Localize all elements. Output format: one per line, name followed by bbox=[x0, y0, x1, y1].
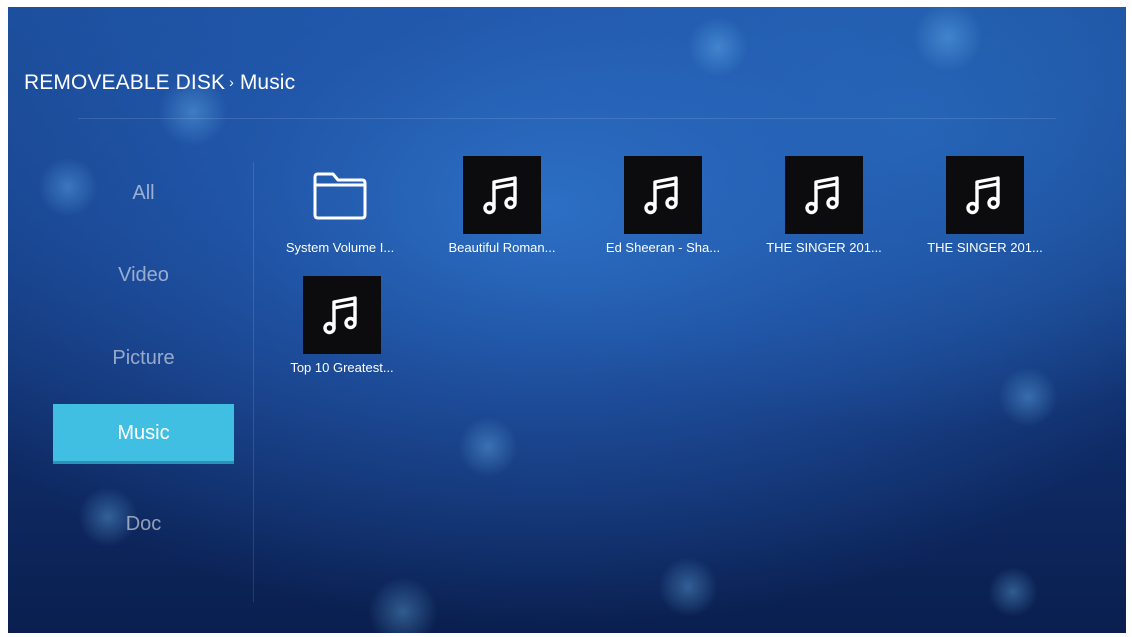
music-note-icon bbox=[463, 156, 541, 234]
file-item-audio[interactable]: Ed Sheeran - Sha... bbox=[593, 156, 733, 266]
file-item-folder[interactable]: System Volume I... bbox=[270, 156, 410, 266]
file-name: System Volume I... bbox=[285, 240, 395, 255]
sidebar-item-video[interactable]: Video bbox=[53, 246, 234, 304]
folder-icon bbox=[301, 156, 379, 234]
file-name: Top 10 Greatest... bbox=[290, 360, 394, 375]
breadcrumb-current: Music bbox=[239, 71, 296, 94]
header-divider bbox=[78, 118, 1056, 119]
file-item-audio[interactable]: THE SINGER 201... bbox=[915, 156, 1055, 266]
music-note-icon bbox=[946, 156, 1024, 234]
file-item-audio[interactable]: THE SINGER 201... bbox=[754, 156, 894, 266]
sidebar-item-all[interactable]: All bbox=[53, 164, 234, 222]
breadcrumb-root[interactable]: REMOVEABLE DISK bbox=[24, 71, 225, 94]
music-note-icon bbox=[303, 276, 381, 354]
sidebar-item-doc[interactable]: Doc bbox=[53, 495, 234, 553]
file-name: THE SINGER 201... bbox=[927, 240, 1043, 255]
file-item-audio[interactable]: Top 10 Greatest... bbox=[272, 276, 412, 386]
sidebar-item-picture[interactable]: Picture bbox=[53, 329, 234, 387]
sidebar-item-music[interactable]: Music bbox=[53, 404, 234, 464]
screen: REMOVEABLE DISK › Music All Video Picture … bbox=[8, 7, 1126, 633]
breadcrumb-separator: › bbox=[229, 74, 234, 90]
file-name: THE SINGER 201... bbox=[766, 240, 882, 255]
file-name: Beautiful Roman... bbox=[448, 240, 556, 255]
sidebar-divider bbox=[253, 162, 254, 602]
music-note-icon bbox=[624, 156, 702, 234]
file-name: Ed Sheeran - Sha... bbox=[605, 240, 721, 255]
music-note-icon bbox=[785, 156, 863, 234]
breadcrumb: REMOVEABLE DISK › Music bbox=[24, 71, 295, 95]
file-item-audio[interactable]: Beautiful Roman... bbox=[432, 156, 572, 266]
